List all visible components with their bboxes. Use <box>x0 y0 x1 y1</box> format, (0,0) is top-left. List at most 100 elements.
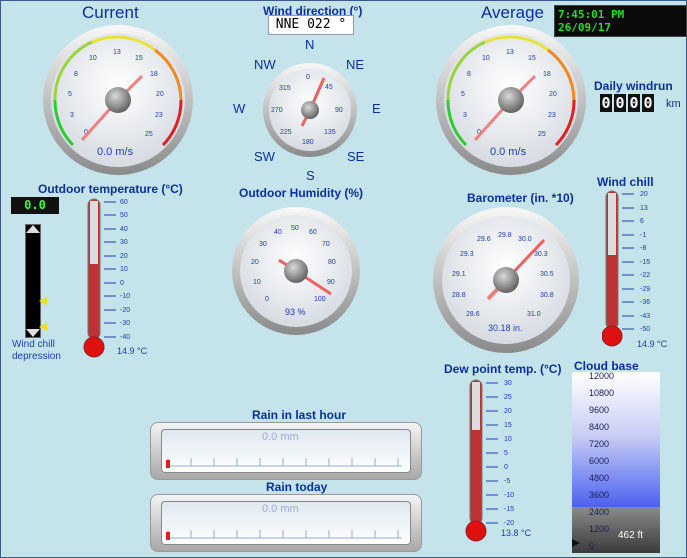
tick-label: -10 <box>120 293 130 300</box>
outdoor-temperature-value: 14.9 °C <box>117 346 148 356</box>
rain-today-level <box>166 532 170 540</box>
compass-n-label: N <box>305 37 315 52</box>
tick-label: 13 <box>113 49 121 56</box>
tick-label: 60 <box>309 229 317 236</box>
tick-label: 20 <box>156 91 164 98</box>
tick-label: 90 <box>327 279 335 286</box>
tick-label: 0 <box>504 464 508 471</box>
tick-label: 5 <box>68 91 72 98</box>
windrun-digit: 0 <box>600 94 612 112</box>
windrun-digit: 0 <box>628 94 640 112</box>
tick-label: 9600 <box>589 405 609 415</box>
tick-label: 180 <box>302 139 314 146</box>
tick-label: -20 <box>504 520 514 527</box>
tick-label: 30 <box>120 239 128 246</box>
tick-label: 8 <box>467 71 471 78</box>
rain-today-title: Rain today <box>266 480 328 494</box>
rain-today-scale <box>166 530 402 540</box>
daily-windrun-unit: km <box>666 98 681 110</box>
thermometer-empty-tube <box>90 201 98 264</box>
outdoor-temperature-tick-labels: 60 50 40 30 20 10 0 -10 -20 -30 -40 <box>120 199 130 341</box>
tick-label: 6 <box>640 218 644 225</box>
tick-label: 6000 <box>589 456 609 466</box>
dew-point-tick-labels: 30 25 20 15 10 5 0 -5 -10 -15 -20 <box>504 380 514 527</box>
tick-label: -50 <box>640 326 650 333</box>
tick-label: -5 <box>504 478 510 485</box>
tick-label: 13 <box>640 205 648 212</box>
tick-label: -10 <box>504 492 514 499</box>
rain-today-gauge: 0.0 mm <box>150 494 422 552</box>
thermometer-bulb <box>83 336 105 358</box>
current-title: Current <box>82 3 139 22</box>
cloud-base-value: 462 ft <box>618 530 644 541</box>
wind-chill-tick-labels: 20 13 6 -1 -8 -15 -22 -29 -36 -43 -50 <box>640 191 650 333</box>
slider-marker-icon <box>39 297 47 305</box>
tick-label: 50 <box>120 212 128 219</box>
outdoor-thermometer: 60 50 40 30 20 10 0 -10 -20 -30 -40 <box>83 198 130 358</box>
tick-label: 31.0 <box>527 311 541 318</box>
cloud-base-scale: 12000 10800 9600 8400 7200 6000 4800 360… <box>572 371 614 551</box>
wind-direction-dial: 0 45 90 135 180 225 270 315 <box>263 63 357 157</box>
tick-label: 90 <box>335 107 343 114</box>
tick-label: 25 <box>145 131 153 138</box>
tick-label: 15 <box>135 55 143 62</box>
tick-label: 10 <box>89 55 97 62</box>
dew-point-value: 13.8 °C <box>501 528 532 538</box>
tick-label: 12000 <box>589 371 614 381</box>
tick-label: 29.6 <box>477 236 491 243</box>
tick-label: 0 <box>589 541 594 551</box>
tick-label: 45 <box>325 84 333 91</box>
tick-label: 25 <box>538 131 546 138</box>
tick-label: 20 <box>251 259 259 266</box>
current-gauge-hub <box>105 87 131 113</box>
tick-label: -36 <box>640 299 650 306</box>
compass-s-label: S <box>306 168 315 183</box>
tick-label: 20 <box>549 91 557 98</box>
tick-label: 50 <box>291 225 299 232</box>
tick-label: 29.3 <box>460 251 474 258</box>
tick-label: -15 <box>640 259 650 266</box>
tick-label: -22 <box>640 272 650 279</box>
tick-label: 28.8 <box>452 292 466 299</box>
tick-label: -40 <box>120 334 130 341</box>
tick-label: 225 <box>280 129 292 136</box>
wind-chill-depression-label-2: depression <box>12 351 61 362</box>
slider-bottom-arrow-icon <box>26 329 40 337</box>
tick-label: -20 <box>120 307 130 314</box>
tick-label: -1 <box>640 232 646 239</box>
wind-chill-depression-slider[interactable] <box>25 224 41 338</box>
tick-label: 0 <box>120 280 124 287</box>
tick-label: 28.6 <box>466 311 480 318</box>
cloud-base-pointer-icon <box>572 539 580 547</box>
daily-windrun-title: Daily windrun <box>594 79 673 93</box>
wind-direction-readout: NNE 022 ° <box>268 15 354 35</box>
tick-label: 10800 <box>589 388 614 398</box>
tick-label: 4800 <box>589 473 609 483</box>
wind-chill-depression-label-1: Wind chill <box>12 339 55 350</box>
outdoor-temperature-title: Outdoor temperature (°C) <box>38 182 183 196</box>
tick-label: 0 <box>306 74 310 81</box>
tick-label: 30.8 <box>540 292 554 299</box>
wind-chill-title: Wind chill <box>597 175 654 189</box>
tick-label: 23 <box>155 112 163 119</box>
tick-label: 30 <box>504 380 512 387</box>
tick-label: 30.5 <box>540 271 554 278</box>
average-value: 0.0 m/s <box>490 146 527 158</box>
tick-label: 5 <box>504 450 508 457</box>
tick-label: 70 <box>322 241 330 248</box>
tick-label: 5 <box>461 91 465 98</box>
daily-windrun-counter: 0000 <box>600 94 656 113</box>
tick-label: 315 <box>279 85 291 92</box>
rain-last-hour-gauge: 0.0 mm <box>150 422 422 480</box>
slider-top-arrow-icon <box>26 225 40 233</box>
tick-label: 7200 <box>589 439 609 449</box>
tick-label: 29.8 <box>498 232 512 239</box>
tick-label: 18 <box>150 71 158 78</box>
tick-label: 20 <box>640 191 648 198</box>
tick-label: 15 <box>528 55 536 62</box>
outdoor-humidity-value: 93 % <box>285 307 306 317</box>
tick-label: 80 <box>328 259 336 266</box>
tick-label: -15 <box>504 506 514 513</box>
tick-label: 15 <box>504 422 512 429</box>
outdoor-temperature-lcd: 0.0 <box>11 197 59 214</box>
